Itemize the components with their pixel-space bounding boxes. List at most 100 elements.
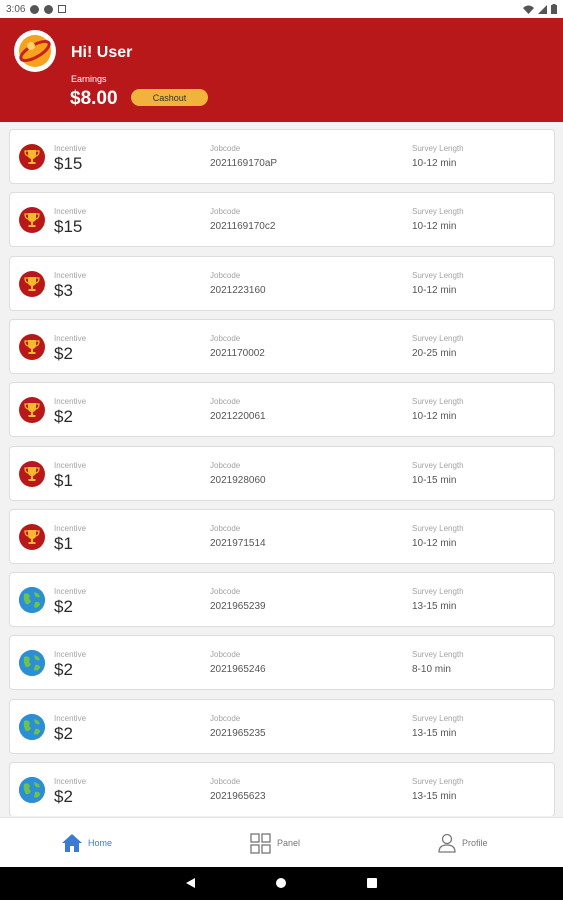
- survey-length-label: Survey Length: [412, 777, 464, 786]
- earnings-label: Earnings: [71, 74, 107, 84]
- survey-length-value: 13-15 min: [412, 601, 457, 613]
- globe-icon: [19, 713, 45, 740]
- trophy-icon: [19, 144, 45, 170]
- survey-length-value: 13-15 min: [412, 791, 457, 802]
- jobcode-value: 2021965239: [210, 601, 266, 613]
- jobcode-label: Jobcode: [210, 207, 241, 217]
- incentive-value: $15: [54, 154, 83, 173]
- survey-card[interactable]: Incentive $2 Jobcode 2021965246 Survey Lengt…: [9, 635, 555, 691]
- jobcode-value: 2021220061: [210, 411, 266, 423]
- trophy-icon: [19, 207, 45, 234]
- survey-length-label: Survey Length: [412, 650, 464, 660]
- battery-icon: [551, 4, 557, 14]
- message-notification-icon: [44, 4, 54, 14]
- incentive-value: $2: [54, 343, 73, 363]
- survey-card[interactable]: Incentive $2 Jobcode 2021965235 Survey Lengt…: [9, 698, 555, 754]
- trophy-icon: [19, 397, 45, 424]
- incentive-value: $3: [54, 280, 73, 300]
- incentive-label: Incentive: [54, 523, 87, 533]
- survey-card[interactable]: Incentive $2 Jobcode 2021220061 Survey Lengt…: [9, 382, 555, 438]
- jobcode-label: Jobcode: [210, 333, 241, 343]
- globe-icon: [19, 650, 45, 677]
- incentive-label: Incentive: [54, 713, 87, 723]
- jobcode-value: 2021965246: [210, 664, 266, 676]
- nav-profile-label: Profile: [462, 838, 488, 848]
- app-notification-icon: [30, 4, 40, 14]
- back-icon[interactable]: [186, 878, 195, 888]
- incentive-value: $2: [54, 597, 73, 617]
- jobcode-label: Jobcode: [210, 713, 241, 723]
- status-time: 3:06: [6, 3, 26, 15]
- incentive-value: $1: [54, 470, 73, 490]
- jobcode-value: 2021928060: [210, 474, 266, 486]
- jobcode-value: 2021169170aP: [210, 158, 278, 169]
- trophy-icon: [19, 333, 45, 360]
- incentive-label: Incentive: [54, 333, 87, 343]
- survey-length-label: Survey Length: [412, 587, 464, 597]
- trophy-icon: [19, 523, 45, 550]
- survey-length-value: 13-15 min: [412, 727, 457, 739]
- survey-length-label: Survey Length: [412, 270, 464, 280]
- incentive-label: Incentive: [54, 587, 87, 597]
- jobcode-label: Jobcode: [210, 144, 241, 153]
- incentive-value: $2: [54, 723, 73, 743]
- trophy-icon: [19, 460, 45, 487]
- globe-icon: [19, 777, 45, 803]
- globe-icon: [19, 587, 45, 614]
- survey-card[interactable]: Incentive $1 Jobcode 2021971514 Survey Lengt…: [9, 508, 555, 564]
- panel-icon: [250, 832, 271, 854]
- status-bar: 3:06: [0, 0, 563, 18]
- jobcode-value: 2021223160: [210, 284, 266, 296]
- app-logo: [14, 30, 56, 72]
- survey-length-value: 10-12 min: [412, 158, 457, 169]
- survey-length-value: 20-25 min: [412, 347, 457, 359]
- incentive-label: Incentive: [54, 397, 87, 407]
- survey-card[interactable]: Incentive $15 Jobcode 2021169170aP Survey Le…: [9, 129, 555, 184]
- app-header: Hi! User Earnings $8.00 Cashout: [0, 18, 563, 122]
- survey-card[interactable]: Incentive $2 Jobcode 2021965623 Survey Lengt…: [9, 762, 555, 816]
- survey-length-value: 10-12 min: [412, 284, 457, 296]
- jobcode-label: Jobcode: [210, 460, 241, 470]
- survey-card[interactable]: Incentive $2 Jobcode 2021170002 Survey Lengt…: [9, 318, 555, 374]
- system-nav-bar: [0, 867, 563, 900]
- jobcode-value: 2021971514: [210, 537, 266, 549]
- home-circle-icon[interactable]: [276, 878, 286, 888]
- survey-length-value: 8-10 min: [412, 664, 451, 676]
- jobcode-value: 2021965623: [210, 791, 266, 802]
- survey-length-label: Survey Length: [412, 460, 464, 470]
- incentive-value: $1: [54, 533, 73, 553]
- earnings-value: $8.00: [70, 88, 118, 109]
- survey-length-value: 10-12 min: [412, 537, 457, 549]
- nav-profile[interactable]: Profile: [438, 818, 488, 868]
- jobcode-label: Jobcode: [210, 777, 241, 786]
- profile-icon: [438, 833, 456, 853]
- incentive-label: Incentive: [54, 270, 87, 280]
- nav-panel-label: Panel: [277, 838, 301, 848]
- nav-home-label: Home: [88, 838, 113, 848]
- survey-card[interactable]: Incentive $15 Jobcode 2021169170c2 Survey Le…: [9, 192, 555, 248]
- survey-length-label: Survey Length: [412, 523, 464, 533]
- survey-length-label: Survey Length: [412, 207, 464, 217]
- cashout-button[interactable]: Cashout: [131, 89, 208, 106]
- incentive-value: $15: [54, 217, 83, 237]
- recents-icon[interactable]: [367, 878, 377, 888]
- square-notification-icon: [58, 5, 67, 13]
- survey-card[interactable]: Incentive $2 Jobcode 2021965239 Survey Lengt…: [9, 572, 555, 628]
- nav-home[interactable]: Home: [62, 818, 112, 868]
- incentive-label: Incentive: [54, 207, 87, 217]
- home-icon: [62, 834, 82, 852]
- nav-panel[interactable]: Panel: [250, 818, 300, 868]
- trophy-icon: [19, 270, 45, 297]
- jobcode-value: 2021965235: [210, 727, 266, 739]
- survey-length-value: 10-12 min: [412, 411, 457, 423]
- signal-icon: [538, 4, 547, 14]
- survey-length-label: Survey Length: [412, 144, 464, 153]
- survey-card[interactable]: Incentive $1 Jobcode 2021928060 Survey Lengt…: [9, 445, 555, 501]
- jobcode-label: Jobcode: [210, 397, 241, 407]
- incentive-label: Incentive: [54, 777, 87, 786]
- survey-length-value: 10-12 min: [412, 221, 457, 233]
- survey-list[interactable]: Incentive $15 Jobcode 2021169170aP Survey Le…: [0, 128, 563, 816]
- incentive-label: Incentive: [54, 650, 87, 660]
- survey-card[interactable]: Incentive $3 Jobcode 2021223160 Survey Lengt…: [9, 255, 555, 311]
- incentive-value: $2: [54, 787, 73, 806]
